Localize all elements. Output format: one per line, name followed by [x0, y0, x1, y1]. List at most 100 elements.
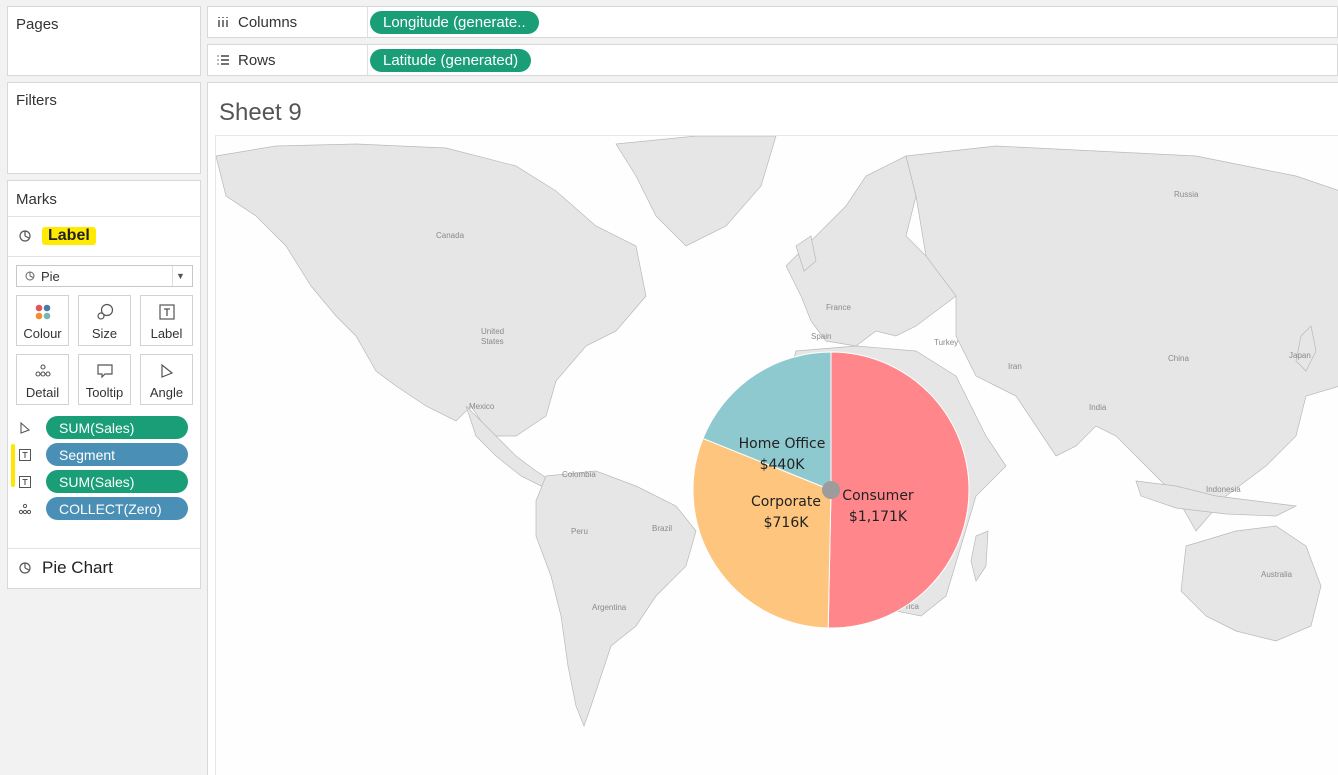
field-pill[interactable]: SUM(Sales) — [46, 470, 188, 493]
pie-layer-icon — [19, 562, 31, 574]
columns-icon — [218, 17, 228, 27]
marks-layer-label[interactable]: Label — [18, 227, 96, 245]
map-label-united: United — [481, 327, 504, 336]
pill-text: Segment — [59, 446, 116, 463]
map-label-india: India — [1089, 403, 1107, 412]
angle-button[interactable]: Angle — [140, 354, 193, 405]
mark-type-dropdown[interactable]: Pie ▼ — [16, 265, 193, 287]
shelf-divider — [367, 7, 368, 37]
map-label-turkey: Turkey — [934, 338, 958, 347]
world-map: Canada United States Mexico Colombia Per… — [216, 136, 1338, 727]
tooltip-label: Tooltip — [85, 385, 124, 400]
tooltip-button[interactable]: Tooltip — [78, 354, 131, 405]
columns-label: Columns — [238, 13, 298, 31]
rows-label: Rows — [238, 51, 276, 69]
layer-name: Pie Chart — [42, 558, 113, 577]
map-label-indonesia: Indonesia — [1206, 485, 1241, 494]
field-pill[interactable]: SUM(Sales) — [46, 416, 188, 439]
map-label-argentina: Argentina — [592, 603, 627, 612]
pill-text: SUM(Sales) — [59, 473, 135, 490]
pill-text: COLLECT(Zero) — [59, 500, 162, 517]
latitude-pill[interactable]: Latitude (generated) — [370, 49, 532, 72]
pie-category-label: Corporate — [751, 494, 821, 510]
detail-button[interactable]: Detail — [16, 354, 69, 405]
map-label-colombia: Colombia — [562, 470, 596, 479]
map-label-russia: Russia — [1174, 190, 1199, 199]
highlight-stroke — [11, 444, 15, 487]
label-label: Label — [150, 326, 183, 341]
colour-label: Colour — [23, 326, 62, 341]
pie-value-label: $440K — [760, 457, 806, 473]
map-label-mexico: Mexico — [469, 402, 495, 411]
australia-landmass — [1180, 525, 1322, 642]
south-america-landmass — [535, 470, 697, 727]
angle-icon — [160, 363, 173, 378]
map-label-australia: Australia — [1261, 570, 1293, 579]
worksheet-view: Sheet 9 Canada United States Mexico Colo… — [207, 82, 1338, 775]
active-layer-name: Label — [42, 227, 96, 245]
map-label-canada: Canada — [436, 231, 465, 240]
size-label: Size — [91, 326, 118, 341]
pie-category-label: Home Office — [739, 436, 826, 452]
label-text-icon — [19, 475, 31, 488]
tooltip-icon — [96, 364, 113, 379]
angle-label: Angle — [149, 385, 184, 400]
pie-center-dot — [822, 481, 840, 499]
map-view[interactable]: Canada United States Mexico Colombia Per… — [215, 135, 1338, 775]
sheet-title: Sheet 9 — [219, 99, 302, 126]
pill-text: SUM(Sales) — [59, 419, 135, 436]
colour-icon — [35, 304, 50, 320]
marks-divider — [8, 216, 200, 217]
size-icon — [96, 303, 113, 320]
angle-icon — [20, 421, 31, 434]
text-label-icon — [158, 304, 175, 320]
columns-shelf[interactable]: Columns Longitude (generate.. — [207, 6, 1338, 38]
filters-title: Filters — [16, 92, 57, 109]
map-label-france: France — [826, 303, 851, 312]
longitude-pill[interactable]: Longitude (generate.. — [370, 11, 539, 34]
columns-shelf-label: Columns — [216, 7, 297, 37]
pie-layer-icon — [19, 230, 31, 242]
rows-shelf-label: Rows — [216, 45, 276, 75]
marks-pill-row[interactable]: COLLECT(Zero) — [18, 497, 188, 520]
colour-button[interactable]: Colour — [16, 295, 69, 346]
pie-chart[interactable]: Consumer $1,171K Corporate $716K Home Office… — [692, 351, 970, 629]
marks-layer-pie-chart[interactable]: Pie Chart — [18, 558, 113, 578]
pie-category-label: Consumer — [842, 488, 914, 504]
map-label-china: China — [1168, 354, 1189, 363]
marks-title: Marks — [16, 191, 57, 208]
detail-label: Detail — [25, 385, 60, 400]
marks-pill-row[interactable]: SUM(Sales) — [18, 470, 188, 493]
filters-card[interactable]: Filters — [7, 82, 201, 174]
pages-card[interactable]: Pages — [7, 6, 201, 76]
field-pill[interactable]: Segment — [46, 443, 188, 466]
marks-card: Marks Label Pie ▼ Colour Size Label Deta… — [7, 180, 201, 589]
rows-shelf[interactable]: Rows Latitude (generated) — [207, 44, 1338, 76]
layer-divider — [8, 548, 200, 549]
label-text-icon — [19, 448, 31, 461]
map-label-spain: Spain — [811, 332, 831, 341]
map-label-brazil: Brazil — [652, 524, 672, 533]
size-button[interactable]: Size — [78, 295, 131, 346]
rows-icon — [217, 55, 229, 65]
chevron-down-icon[interactable]: ▼ — [172, 266, 188, 286]
detail-icon — [18, 503, 32, 514]
north-america-landmass — [216, 143, 647, 437]
marks-pill-row[interactable]: Segment — [18, 443, 188, 466]
map-label-japan: Japan — [1289, 351, 1311, 360]
pages-title: Pages — [16, 16, 59, 33]
mark-type-value: Pie — [41, 268, 60, 284]
pie-icon — [25, 271, 35, 281]
map-label-iran: Iran — [1008, 362, 1022, 371]
detail-icon — [34, 364, 51, 377]
map-label-states: States — [481, 337, 504, 346]
field-pill[interactable]: COLLECT(Zero) — [46, 497, 188, 520]
madagascar-landmass — [970, 530, 989, 582]
shelf-divider — [367, 45, 368, 75]
pie-value-label: $716K — [764, 515, 810, 531]
pie-value-label: $1,171K — [849, 509, 908, 525]
label-button[interactable]: Label — [140, 295, 193, 346]
map-label-peru: Peru — [571, 527, 588, 536]
layer-divider — [8, 256, 200, 257]
marks-pill-row[interactable]: SUM(Sales) — [18, 416, 188, 439]
